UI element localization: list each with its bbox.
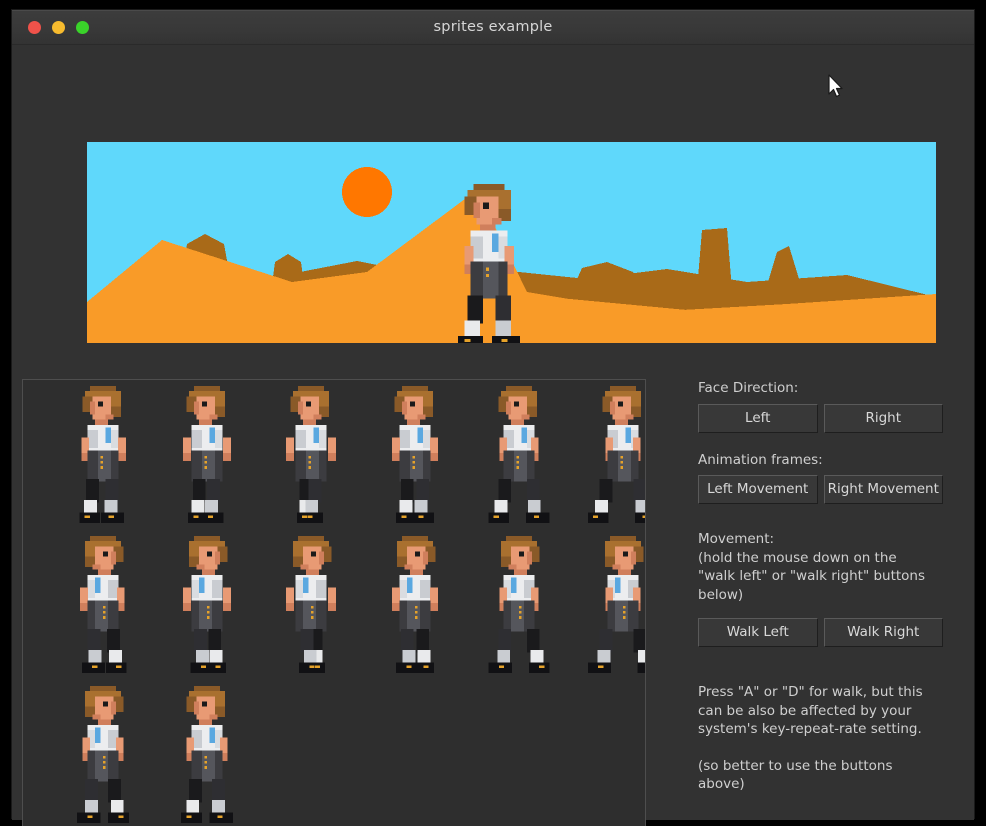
walk-right-button[interactable]: Walk Right — [823, 618, 943, 647]
window-content: Face Direction: Left Right Animation fra… — [12, 45, 974, 826]
sprite-frame-walk-right-5 — [467, 386, 571, 536]
sprite-frame-walk-left-1 — [51, 536, 155, 686]
sprite-frame-walk-right-4 — [363, 386, 467, 536]
controls-column: Face Direction: Left Right Animation fra… — [698, 379, 943, 794]
face-right-button[interactable]: Right — [823, 403, 943, 433]
sprite-frame-idle-right — [155, 686, 259, 826]
keyboard-note-secondary: (so better to use the buttons above) — [698, 757, 893, 793]
sprite-frame-grid — [23, 380, 645, 826]
sprite-frame-walk-left-3 — [259, 536, 363, 686]
game-scene — [87, 142, 936, 343]
title-bar: sprites example — [12, 10, 974, 45]
animation-frames-buttons: Left Movement Right Movement — [698, 475, 943, 504]
movement-instructions: Movement: (hold the mouse down on the "w… — [698, 531, 926, 603]
sprite-frame-walk-left-4 — [363, 536, 467, 686]
screen: sprites example Face Direction: Left Rig… — [0, 0, 986, 826]
sprite-frame-walk-left-5 — [467, 536, 571, 686]
application-window: sprites example Face Direction: Left Rig… — [12, 10, 974, 826]
face-left-button[interactable]: Left — [698, 403, 818, 433]
sprite-frame-walk-left-2 — [155, 536, 259, 686]
left-movement-button[interactable]: Left Movement — [698, 475, 818, 504]
face-direction-buttons: Left Right — [698, 403, 943, 433]
walk-buttons: Walk Left Walk Right — [698, 618, 943, 647]
right-movement-button[interactable]: Right Movement — [823, 475, 943, 504]
sprite-frame-walk-right-1 — [51, 386, 155, 536]
sprite-frame-idle-left — [51, 686, 155, 826]
sprite-sheet-panel — [22, 379, 646, 826]
walk-left-button[interactable]: Walk Left — [698, 618, 818, 647]
sprite-frame-walk-right-6 — [571, 386, 645, 536]
keyboard-note: Press "A" or "D" for walk, but this can … — [698, 684, 923, 737]
sprite-frame-walk-right-3 — [259, 386, 363, 536]
window-title: sprites example — [433, 19, 553, 35]
rock-spire-1 — [697, 228, 732, 290]
sprite-frame-walk-right-2 — [155, 386, 259, 536]
sprite-frame-walk-left-6 — [571, 536, 645, 686]
face-direction-label: Face Direction: — [698, 380, 799, 396]
sun-icon — [342, 167, 392, 217]
animation-frames-label: Animation frames: — [698, 451, 823, 468]
